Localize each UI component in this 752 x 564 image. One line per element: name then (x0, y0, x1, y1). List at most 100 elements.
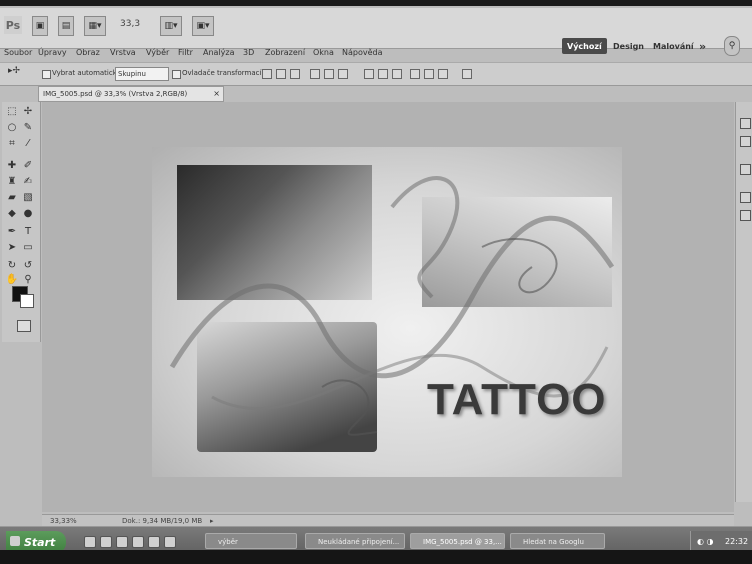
menu-window[interactable]: Okna (313, 48, 334, 57)
move-tool-icon[interactable]: ▸✢ (8, 66, 20, 76)
menu-analysis[interactable]: Analýza (203, 48, 235, 57)
auto-select-checkbox[interactable] (42, 70, 51, 79)
3d-rotate-tool-icon[interactable]: ↻ (6, 260, 18, 272)
workspace-default[interactable]: Výchozí (562, 38, 607, 54)
options-bar: ▸✢ Vybrat automaticky: Skupinu Ovladače … (0, 62, 752, 86)
clock[interactable]: 22:32 (725, 537, 748, 546)
mini-bridge-button[interactable]: ▤ (58, 16, 74, 36)
3d-orbit-tool-icon[interactable]: ↺ (22, 260, 34, 272)
more-workspaces-button[interactable]: » (694, 38, 711, 54)
actions-panel-icon[interactable] (740, 210, 751, 221)
menu-layer[interactable]: Vrstva (110, 48, 136, 57)
workspace-painting[interactable]: Malování (648, 38, 699, 54)
hand-tool-icon[interactable]: ✋ (6, 274, 18, 286)
taskbar-item-photoshop[interactable]: IMG_5005.psd @ 33,... (410, 533, 505, 549)
quick-launch-browser-icon[interactable] (100, 536, 112, 548)
zoom-tool-icon[interactable]: ⚲ (22, 274, 34, 286)
auto-select-dropdown[interactable]: Skupinu (115, 67, 169, 81)
marquee-tool-icon[interactable]: ⬚ (6, 106, 18, 118)
blur-tool-icon[interactable]: ◆ (6, 208, 18, 220)
layers-panel-icon[interactable] (740, 118, 751, 129)
photoshop-logo: Ps (4, 16, 22, 34)
application-bar: Ps ▣ ▤ ▦▾ 33,3 ▥▾ ▣▾ Výchozí Design Malo… (0, 8, 752, 56)
close-document-icon[interactable]: × (213, 87, 220, 101)
distribute-vcenter-icon[interactable] (378, 69, 388, 79)
taskbar-item-connection[interactable]: Neukládané připojení... (305, 533, 405, 549)
show-desktop-icon[interactable] (84, 536, 96, 548)
auto-align-icon[interactable] (462, 69, 472, 79)
distribute-left-icon[interactable] (410, 69, 420, 79)
menu-file[interactable]: Soubor (4, 48, 32, 57)
history-brush-tool-icon[interactable]: ✍ (22, 176, 34, 188)
zoom-level-dropdown[interactable]: 33,3 (120, 19, 140, 29)
path-select-tool-icon[interactable]: ➤ (6, 242, 18, 254)
align-top-icon[interactable] (262, 69, 272, 79)
history-panel-icon[interactable] (740, 192, 751, 203)
document-tab[interactable]: IMG_5005.psd @ 33,3% (Vrstva 2,RGB/8) × (38, 86, 224, 102)
gradient-tool-icon[interactable]: ▧ (22, 192, 34, 204)
transform-controls-label: Ovladače transformací (182, 69, 262, 77)
status-menu-arrow-icon[interactable]: ▸ (210, 517, 214, 525)
menu-view[interactable]: Zobrazení (265, 48, 305, 57)
healing-brush-tool-icon[interactable]: ✚ (6, 160, 18, 172)
pen-tool-icon[interactable]: ✒ (6, 226, 18, 238)
transform-controls-checkbox[interactable] (172, 70, 181, 79)
menu-select[interactable]: Výběr (146, 48, 169, 57)
taskbar-item-browser[interactable]: Hledat na Googlu (510, 533, 605, 549)
menu-3d[interactable]: 3D (243, 48, 254, 57)
menu-bar: Soubor Úpravy Obraz Vrstva Výběr Filtr A… (0, 46, 560, 60)
align-right-icon[interactable] (338, 69, 348, 79)
panels-dock (735, 102, 752, 502)
quick-mask-icon[interactable] (17, 320, 31, 332)
canvas-area[interactable]: TATTOO (42, 102, 734, 512)
quick-select-tool-icon[interactable]: ✎ (22, 122, 34, 134)
distribute-bottom-icon[interactable] (392, 69, 402, 79)
workspace-design[interactable]: Design (608, 38, 649, 54)
windows-logo-icon (10, 536, 20, 546)
dodge-tool-icon[interactable]: ● (22, 208, 34, 220)
channels-panel-icon[interactable] (740, 136, 751, 147)
align-hcenter-icon[interactable] (324, 69, 334, 79)
eyedropper-tool-icon[interactable]: ⁄ (22, 138, 34, 150)
align-left-icon[interactable] (310, 69, 320, 79)
type-tool-icon[interactable]: T (22, 226, 34, 238)
distribute-top-icon[interactable] (364, 69, 374, 79)
tools-panel: ⬚ ✢ ○ ✎ ⌗ ⁄ ✚ ✐ ♜ ✍ ▰ ▧ ◆ ● ✒ T ➤ ▭ ↻ ↺ … (2, 102, 41, 342)
search-icon[interactable]: ⚲ (724, 36, 740, 56)
background-color-swatch[interactable] (20, 294, 34, 308)
quick-launch-app-icon[interactable] (132, 536, 144, 548)
status-zoom[interactable]: 33,33% (50, 517, 77, 525)
document-canvas[interactable]: TATTOO (152, 147, 622, 477)
screen-mode-dropdown[interactable]: ▣▾ (192, 16, 214, 36)
menu-help[interactable]: Nápověda (342, 48, 383, 57)
status-doc-size: Dok.: 9,34 MB/19,0 MB (122, 517, 203, 525)
align-bottom-icon[interactable] (290, 69, 300, 79)
lasso-tool-icon[interactable]: ○ (6, 122, 18, 134)
calligraphy-swirls (169, 176, 615, 436)
menu-edit[interactable]: Úpravy (38, 48, 67, 57)
adjustments-panel-icon[interactable] (740, 164, 751, 175)
taskbar-item-folder[interactable]: výběr (205, 533, 297, 549)
distribute-hcenter-icon[interactable] (424, 69, 434, 79)
bridge-button[interactable]: ▣ (32, 16, 48, 36)
menu-filter[interactable]: Filtr (178, 48, 193, 57)
menu-image[interactable]: Obraz (76, 48, 100, 57)
quick-launch-explorer-icon[interactable] (148, 536, 160, 548)
quick-launch-other-icon[interactable] (164, 536, 176, 548)
shape-tool-icon[interactable]: ▭ (22, 242, 34, 254)
monitor-screen: Ps ▣ ▤ ▦▾ 33,3 ▥▾ ▣▾ Výchozí Design Malo… (0, 6, 752, 554)
align-vcenter-icon[interactable] (276, 69, 286, 79)
eraser-tool-icon[interactable]: ▰ (6, 192, 18, 204)
arrange-documents-dropdown[interactable]: ▥▾ (160, 16, 182, 36)
move-tool-icon[interactable]: ✢ (22, 106, 34, 118)
auto-select-label: Vybrat automaticky: (52, 69, 123, 77)
monitor-bezel (0, 550, 752, 564)
view-extras-dropdown[interactable]: ▦▾ (84, 16, 106, 36)
tray-icons[interactable]: ◐ ◑ (697, 537, 714, 546)
brush-tool-icon[interactable]: ✐ (22, 160, 34, 172)
quick-launch-media-icon[interactable] (116, 536, 128, 548)
clone-stamp-tool-icon[interactable]: ♜ (6, 176, 18, 188)
tattoo-headline: TATTOO (427, 375, 607, 424)
crop-tool-icon[interactable]: ⌗ (6, 138, 18, 150)
distribute-right-icon[interactable] (438, 69, 448, 79)
